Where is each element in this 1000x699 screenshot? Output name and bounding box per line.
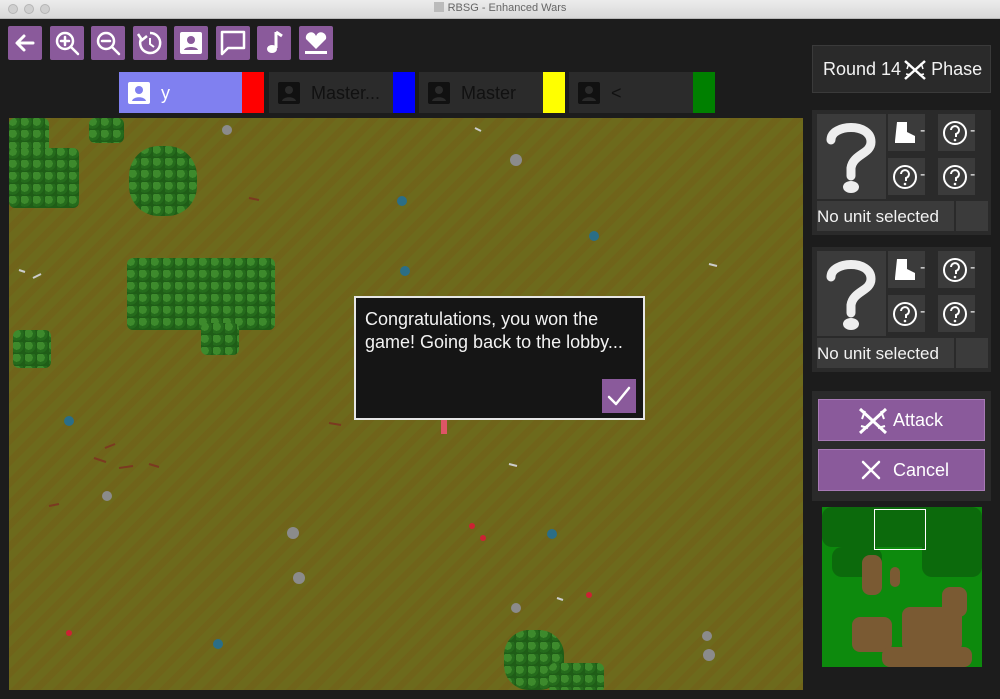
unknown-stat: - <box>938 158 975 195</box>
debris-icon <box>48 197 342 507</box>
player-tab-2[interactable]: Master... <box>269 72 415 113</box>
unknown-stat: - <box>938 295 975 332</box>
game-won-dialog: Congratulations, you won the game! Going… <box>354 296 645 420</box>
action-panel: Attack Cancel <box>812 391 991 501</box>
checkmark-icon <box>607 386 631 406</box>
movement-stat: - <box>888 251 925 288</box>
player-tab-4[interactable]: < <box>569 72 715 113</box>
minimap-dirt <box>862 555 882 595</box>
crossed-swords-icon <box>858 407 888 435</box>
stat-value: - <box>970 303 976 320</box>
window-title-area: RBSG - Enhanced Wars <box>0 2 1000 14</box>
question-icon <box>943 121 967 145</box>
unit-status: No unit selected <box>817 201 954 231</box>
back-arrow-icon <box>15 34 35 52</box>
question-icon <box>943 165 967 189</box>
minimap-dirt <box>890 567 900 587</box>
stat-value: - <box>920 303 926 320</box>
player-name: y <box>161 83 170 103</box>
phase-label: Phase <box>931 59 983 79</box>
player-avatar-icon <box>128 82 150 104</box>
close-icon <box>861 460 881 480</box>
stat-value: - <box>920 166 926 183</box>
minimap-viewport[interactable] <box>874 509 926 550</box>
unknown-stat: - <box>888 295 925 332</box>
stat-value: - <box>920 122 926 139</box>
unknown-unit-icon <box>826 260 876 330</box>
zoom-out-button[interactable] <box>91 26 125 60</box>
unit-info-card: - - - - No unit selected <box>812 247 991 372</box>
mushroom-icon <box>66 523 592 636</box>
chat-icon <box>220 30 246 56</box>
dialog-message: Congratulations, you won the game! Going… <box>365 309 623 352</box>
unknown-unit-icon <box>826 123 876 193</box>
stat-value: - <box>970 259 976 276</box>
unit-portrait <box>817 251 886 336</box>
boot-icon <box>895 259 915 280</box>
cancel-label: Cancel <box>893 460 950 480</box>
music-button[interactable] <box>257 26 291 60</box>
cancel-button[interactable]: Cancel <box>818 449 985 491</box>
player-color-swatch <box>242 72 264 113</box>
unit-status-extra <box>956 201 988 231</box>
unit-status-label: No unit selected <box>817 344 939 363</box>
unknown-stat: - <box>938 251 975 288</box>
unit-status-label: No unit selected <box>817 207 939 226</box>
profile-icon <box>180 32 202 54</box>
health-heart-icon <box>305 32 327 54</box>
player-name: Master... <box>311 83 381 103</box>
round-phase-panel: Round 14 Phase <box>812 45 991 93</box>
music-note-icon <box>267 30 283 53</box>
player-avatar-icon <box>278 82 300 104</box>
window-title: RBSG - Enhanced Wars <box>447 2 567 14</box>
question-icon <box>893 302 917 326</box>
app-icon <box>433 2 444 12</box>
unknown-stat: - <box>938 114 975 151</box>
minimap-dirt <box>942 587 967 617</box>
question-icon <box>943 302 967 326</box>
unit-portrait <box>817 114 886 199</box>
player-name: < <box>611 83 622 103</box>
boot-icon <box>895 122 915 143</box>
unit-icon <box>441 420 447 434</box>
unknown-stat: - <box>888 158 925 195</box>
minimap-forest <box>922 527 982 577</box>
unit-status-extra <box>956 338 988 368</box>
minimap-dirt <box>882 647 972 667</box>
unit-status: No unit selected <box>817 338 954 368</box>
stat-value: - <box>970 122 976 139</box>
player-color-swatch <box>393 72 415 113</box>
window-titlebar: RBSG - Enhanced Wars <box>0 0 1000 19</box>
round-label: Round 14 <box>823 59 902 79</box>
player-avatar-icon <box>428 82 450 104</box>
attack-button[interactable]: Attack <box>818 399 985 441</box>
movement-stat: - <box>888 114 925 151</box>
back-button[interactable] <box>8 26 42 60</box>
profile-button[interactable] <box>174 26 208 60</box>
chat-button[interactable] <box>216 26 250 60</box>
player-name: Master <box>461 83 517 103</box>
zoom-in-button[interactable] <box>50 26 84 60</box>
crossed-swords-icon <box>904 60 926 80</box>
unit-info-card: - - - - No unit selected <box>812 110 991 235</box>
health-button[interactable] <box>299 26 333 60</box>
player-tab-3[interactable]: Master <box>419 72 565 113</box>
rotate-icon <box>136 31 162 55</box>
minimap[interactable] <box>822 507 982 667</box>
attack-label: Attack <box>893 410 944 430</box>
stat-value: - <box>920 259 926 276</box>
zoom-out-icon <box>96 31 121 56</box>
question-icon <box>893 165 917 189</box>
player-color-swatch <box>543 72 565 113</box>
player-tab-1[interactable]: y <box>119 72 264 113</box>
question-icon <box>943 258 967 282</box>
confirm-button[interactable] <box>602 379 636 413</box>
player-avatar-icon <box>578 82 600 104</box>
rotate-button[interactable] <box>133 26 167 60</box>
zoom-in-icon <box>55 31 80 56</box>
stat-value: - <box>970 166 976 183</box>
player-color-swatch <box>693 72 715 113</box>
